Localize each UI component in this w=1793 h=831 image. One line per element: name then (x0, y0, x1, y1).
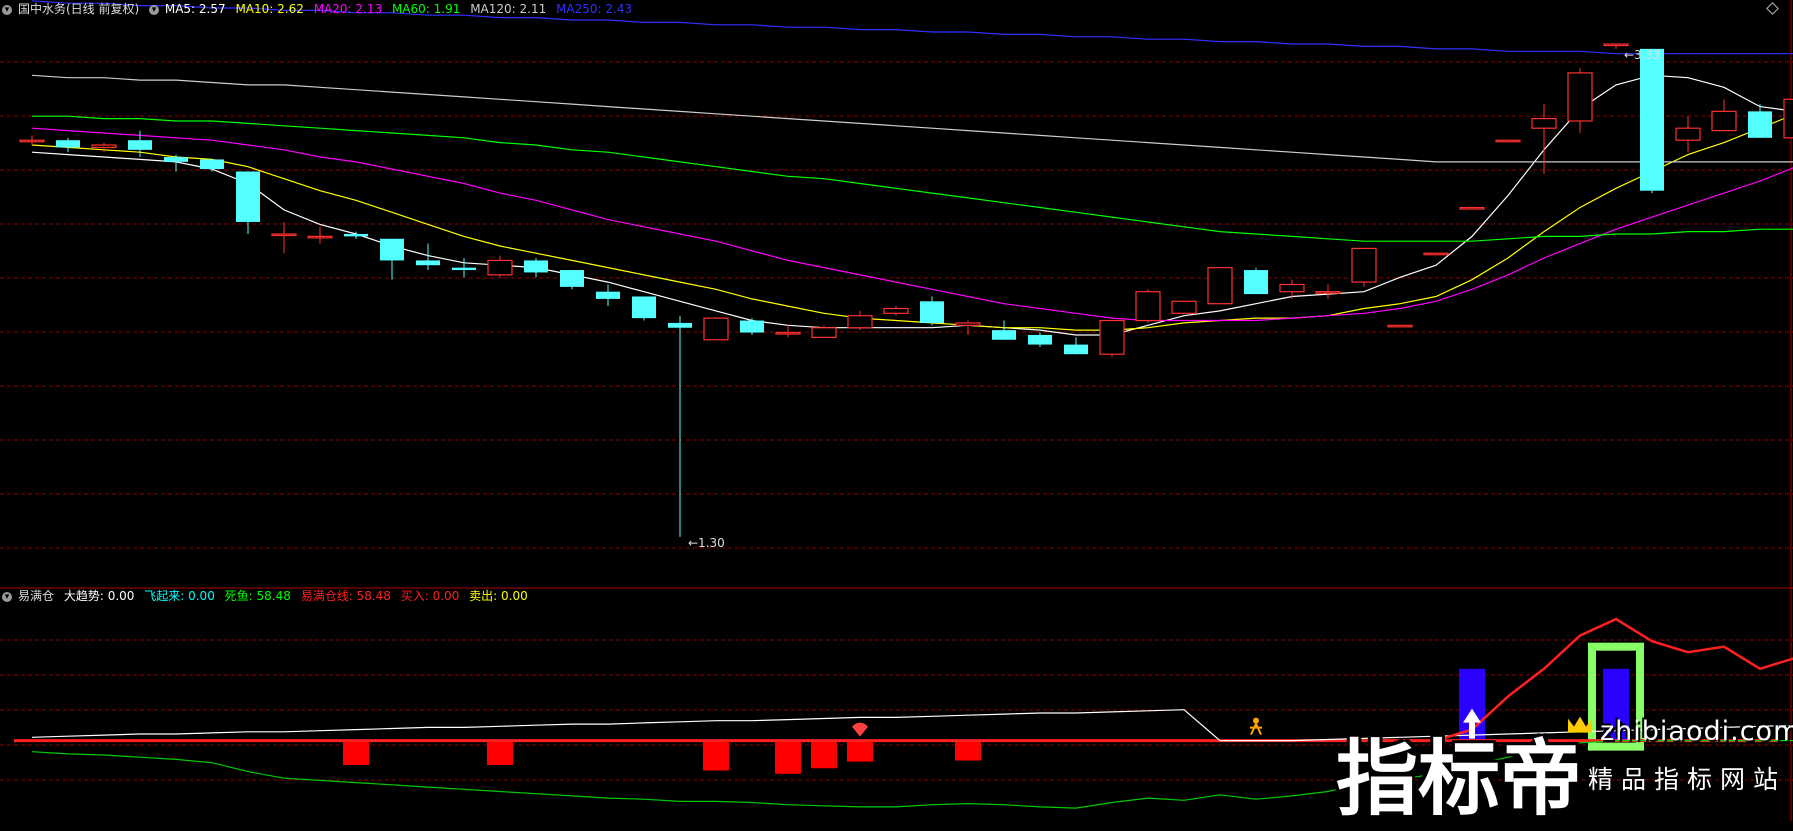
candle-body (1531, 117, 1557, 129)
indicator-bar (487, 740, 513, 765)
candle-body (1064, 344, 1088, 355)
ma-line-ma10 (31, 114, 1793, 331)
watermark-en: zhibiaodi.com (1600, 716, 1793, 747)
indicator-bar (955, 740, 981, 761)
candle-body (1783, 98, 1793, 139)
indicator-bar (343, 740, 369, 765)
candle-body (19, 139, 45, 143)
candle-body (992, 330, 1016, 340)
candle-body (632, 296, 656, 319)
candle-body (524, 260, 548, 273)
candle-body (236, 171, 260, 222)
deadfish-value: 死鱼: 58.48 (224, 589, 291, 603)
candle-body (560, 270, 584, 287)
ma-line-ma120 (31, 74, 1793, 163)
indicator-header: ▾ 易满仓 大趋势: 0.00 飞起来: 0.00 死鱼: 58.48 易满仓线:… (2, 587, 534, 605)
ma120-value: MA120: 2.11 (470, 2, 547, 16)
ma60-value: MA60: 1.91 (391, 2, 461, 16)
price-annotation: ←3.33 (1624, 48, 1661, 62)
candle-body (164, 157, 188, 162)
watermark-sub: 精品指标网站 (1588, 765, 1787, 794)
main-chart-header: ▾ 国中水务(日线 前复权) ▾ MA5: 2.57 MA10: 2.62 MA2… (2, 0, 638, 18)
indicator-bar (811, 740, 837, 769)
ma5-value: MA5: 2.57 (164, 2, 226, 16)
candle-body (1495, 139, 1521, 143)
ma250-value: MA250: 2.43 (556, 2, 633, 16)
candle-body (1423, 252, 1449, 256)
indicator-bar (847, 740, 873, 762)
candle-body (1171, 300, 1197, 314)
sell-value: 卖出: 0.00 (469, 589, 528, 603)
candle-body (883, 307, 909, 314)
candle-body (1244, 270, 1268, 295)
candle-body (1351, 247, 1377, 283)
candle-body (955, 322, 981, 326)
candle-body (1567, 72, 1593, 122)
candle-body (668, 322, 692, 328)
candle-body (200, 159, 224, 170)
watermark-cn: 指标帝 (1336, 732, 1583, 827)
candle-body (1459, 206, 1485, 210)
candle-body (344, 233, 368, 237)
candle-body (91, 144, 117, 149)
candle-body (1675, 127, 1701, 141)
candle-body (1099, 319, 1125, 355)
collapse-icon[interactable]: ▾ (2, 4, 12, 15)
candle-body (1640, 48, 1664, 191)
candle-body (847, 315, 873, 329)
candle-body (703, 317, 729, 341)
indicator-bar (703, 740, 729, 771)
settings-toggle-icon[interactable]: ▾ (149, 4, 160, 15)
candle-body (775, 331, 801, 335)
ma10-value: MA10: 2.62 (235, 2, 304, 16)
candle-body (271, 233, 297, 237)
ma20-value: MA20: 2.13 (313, 2, 383, 16)
runner-marker-icon (1250, 723, 1262, 736)
candle-body (1279, 283, 1305, 293)
candle-body (416, 260, 440, 266)
candle-body (487, 259, 513, 276)
full-position-value: 易满仓线: 58.48 (300, 589, 391, 603)
candle-body (1711, 110, 1737, 132)
candle-body (1748, 111, 1772, 138)
buy-value: 买入: 0.00 (400, 589, 460, 603)
indicator-title: 易满仓 (18, 589, 55, 603)
ma-line-ma60 (32, 115, 1793, 242)
candle-body (811, 327, 837, 338)
candle-body (1207, 267, 1233, 305)
candle-body (1028, 334, 1052, 345)
kline-chart[interactable]: ←1.30 ←3.33 (0, 0, 1793, 821)
ma-line-ma5 (31, 74, 1793, 336)
candle-body (740, 320, 764, 333)
candle-body (1315, 291, 1341, 294)
candle-body (56, 140, 80, 148)
indicator-collapse-icon[interactable]: ▾ (2, 591, 12, 602)
candle-body (920, 301, 944, 323)
candle-body (596, 291, 620, 299)
fly-value: 飞起来: 0.00 (144, 589, 215, 603)
candle-body (380, 238, 404, 261)
runner-marker-icon (1253, 717, 1259, 724)
candle-body (1387, 324, 1413, 328)
price-annotation: ←1.30 (688, 536, 725, 550)
candle-body (128, 140, 152, 150)
candle-body (1603, 43, 1629, 47)
candle-body (452, 267, 476, 271)
candle-body (307, 235, 333, 239)
stock-title: 国中水务(日线 前复权) (18, 2, 140, 16)
indicator-bar (775, 740, 801, 774)
candle-body (1135, 291, 1161, 322)
trend-value: 大趋势: 0.00 (63, 589, 135, 603)
sell-marker-icon (852, 722, 868, 737)
